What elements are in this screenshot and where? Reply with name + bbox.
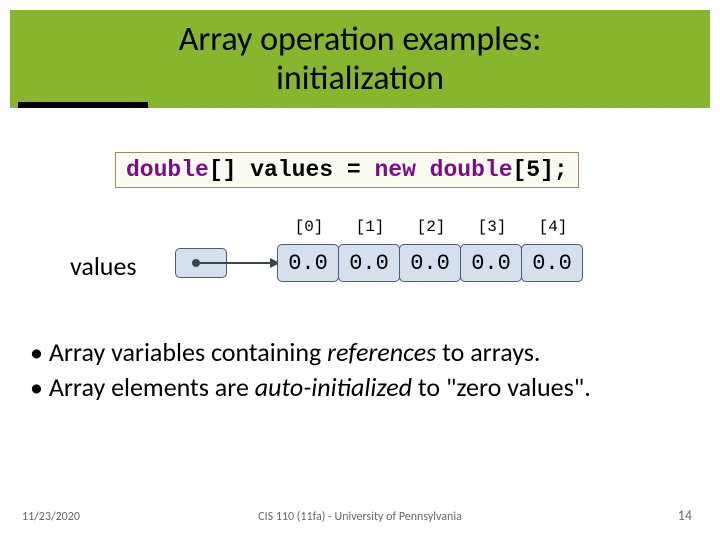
title-line-1: Array operation examples: bbox=[179, 20, 542, 59]
index-label: [1] bbox=[339, 218, 401, 236]
array-cell: 0.0 bbox=[460, 244, 522, 282]
array-cell: 0.0 bbox=[338, 244, 400, 282]
array-diagram: values [0] [1] [2] [3] [4] 0.0 0.0 0.0 0… bbox=[0, 210, 720, 320]
bullet-1: • Array variables containing references … bbox=[30, 335, 680, 370]
code-snippet: double[] values = new double[5]; bbox=[115, 152, 579, 188]
array-cell: 0.0 bbox=[521, 244, 583, 282]
code-text-2: [5]; bbox=[513, 157, 568, 183]
bullet-list: • Array variables containing references … bbox=[30, 335, 680, 405]
index-label: [0] bbox=[278, 218, 340, 236]
title-line-2: initialization bbox=[276, 59, 444, 98]
code-keyword-double: double bbox=[126, 157, 209, 183]
index-label: [2] bbox=[400, 218, 462, 236]
index-label: [3] bbox=[461, 218, 523, 236]
footer-page-number: 14 bbox=[678, 507, 692, 524]
bullet-2: • Array elements are auto-initialized to… bbox=[30, 370, 680, 405]
array-cells: 0.0 0.0 0.0 0.0 0.0 bbox=[278, 244, 583, 282]
code-text-1: [] values = bbox=[209, 157, 375, 183]
slide-title: Array operation examples: initialization bbox=[10, 10, 710, 108]
index-label: [4] bbox=[522, 218, 584, 236]
bullet-1-emphasis: references bbox=[327, 336, 436, 368]
code-keyword-new-double: new double bbox=[374, 157, 512, 183]
variable-label: values bbox=[70, 250, 137, 282]
bullet-2-emphasis: auto-initialized bbox=[255, 371, 412, 403]
title-underline bbox=[18, 102, 148, 108]
array-cell: 0.0 bbox=[399, 244, 461, 282]
footer-course: CIS 110 (11fa) - University of Pennsylva… bbox=[0, 510, 720, 524]
array-cell: 0.0 bbox=[277, 244, 339, 282]
reference-arrow bbox=[190, 256, 285, 274]
